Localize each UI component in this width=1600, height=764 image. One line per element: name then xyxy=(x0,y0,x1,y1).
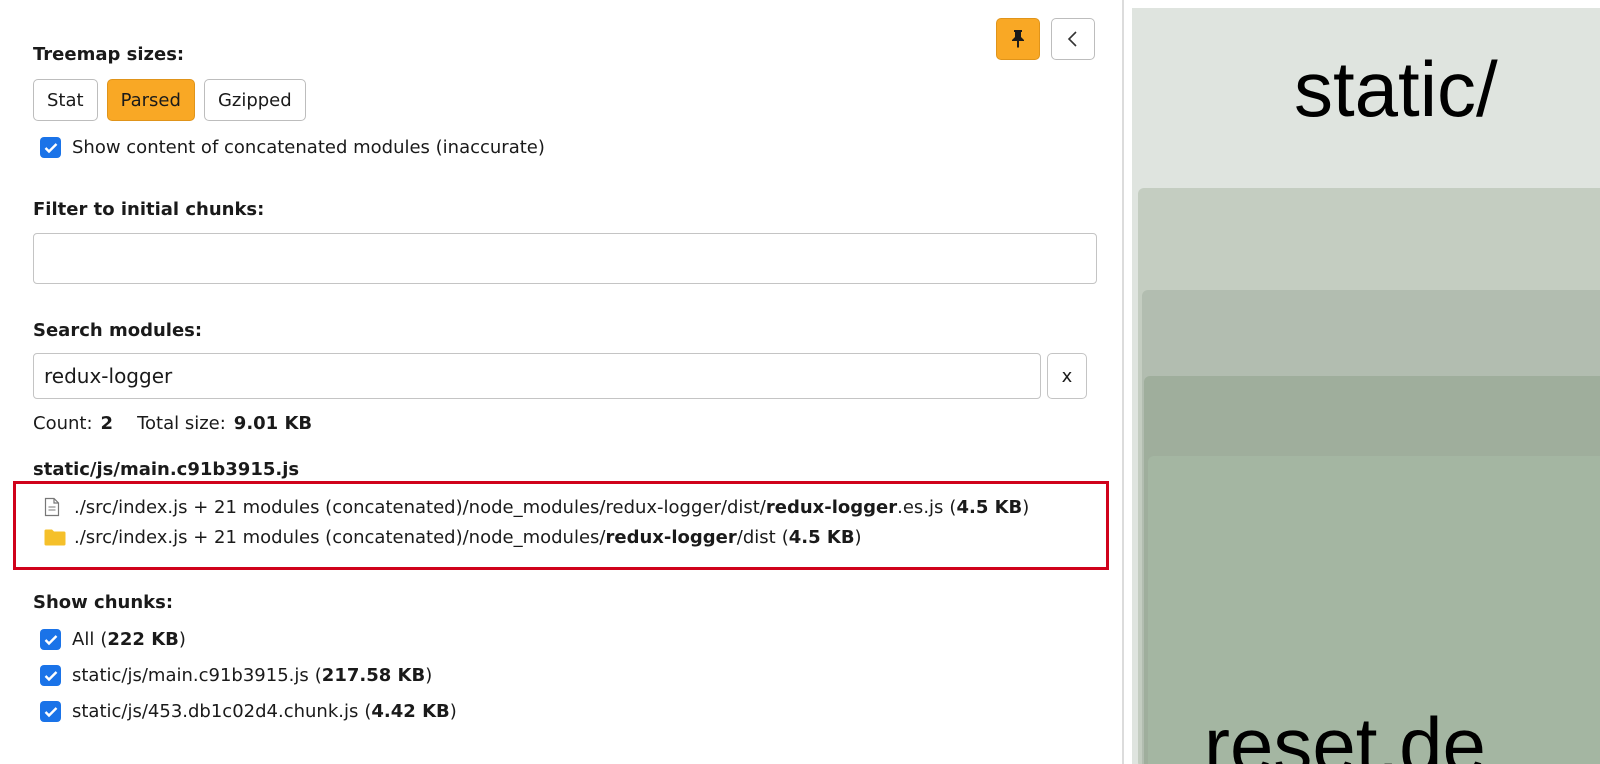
search-modules-input[interactable] xyxy=(33,353,1041,399)
result-item[interactable]: ./src/index.js + 21 modules (concatenate… xyxy=(44,496,1029,518)
count-label: Count: xyxy=(33,413,93,434)
chunk-checkbox-row[interactable]: All (222 KB) xyxy=(40,629,186,650)
parsed-size-button[interactable]: Parsed xyxy=(106,79,195,121)
pin-icon xyxy=(1012,30,1024,48)
folder-icon xyxy=(44,529,66,545)
filter-initial-chunks-input[interactable] xyxy=(33,233,1097,284)
concatenated-modules-checkbox-row[interactable]: Show content of concatenated modules (in… xyxy=(40,137,545,158)
result-size: 4.5 KB xyxy=(788,526,855,548)
chunk-size: 217.58 KB xyxy=(321,665,426,686)
chunk-size: 222 KB xyxy=(107,629,179,650)
result-path-suffix: .es.js xyxy=(897,496,944,518)
total-size-label: Total size: xyxy=(137,413,226,434)
result-item[interactable]: ./src/index.js + 21 modules (concatenate… xyxy=(44,526,862,548)
chunk-name: static/js/453.db1c02d4.chunk.js xyxy=(72,701,359,722)
treemap-canvas[interactable]: static/ reset.de xyxy=(1124,0,1600,764)
collapse-sidebar-button[interactable] xyxy=(1051,18,1095,60)
gzipped-size-button[interactable]: Gzipped xyxy=(203,79,306,121)
concatenated-modules-checkbox[interactable] xyxy=(40,137,61,158)
result-path-suffix: /dist xyxy=(736,526,776,548)
result-path-prefix: ./src/index.js + 21 modules (concatenate… xyxy=(74,526,606,548)
check-icon xyxy=(44,142,57,153)
result-path-match: redux-logger xyxy=(765,496,898,518)
chunk-size: 4.42 KB xyxy=(371,701,450,722)
show-chunks-label: Show chunks: xyxy=(33,592,174,613)
search-stats: Count: 2 Total size: 9.01 KB xyxy=(33,413,312,434)
result-chunk-title: static/js/main.c91b3915.js xyxy=(33,459,300,480)
chunk-checkbox[interactable] xyxy=(40,629,61,650)
treemap-size-switcher: Stat Parsed Gzipped xyxy=(33,79,315,121)
result-size: 4.5 KB xyxy=(956,496,1023,518)
result-path-prefix: ./src/index.js + 21 modules (concatenate… xyxy=(74,496,766,518)
chunk-name: static/js/main.c91b3915.js xyxy=(72,665,309,686)
pin-sidebar-button[interactable] xyxy=(996,18,1040,60)
chunk-checkbox-row[interactable]: static/js/453.db1c02d4.chunk.js (4.42 KB… xyxy=(40,701,457,722)
chunk-checkbox-row[interactable]: static/js/main.c91b3915.js (217.58 KB) xyxy=(40,665,432,686)
file-icon xyxy=(44,497,60,517)
concatenated-modules-label: Show content of concatenated modules (in… xyxy=(72,137,545,158)
filter-initial-chunks-label: Filter to initial chunks: xyxy=(33,199,265,220)
treemap-group-label: static/ xyxy=(1294,45,1498,133)
chunk-checkbox[interactable] xyxy=(40,665,61,686)
result-path-match: redux-logger xyxy=(605,526,737,548)
chunk-name: All xyxy=(72,629,95,650)
treemap-module-label: reset.de xyxy=(1204,701,1486,764)
search-modules-label: Search modules: xyxy=(33,320,203,341)
check-icon xyxy=(44,706,57,717)
total-size-value: 9.01 KB xyxy=(233,413,313,434)
chevron-left-icon xyxy=(1067,31,1077,47)
chunk-checkbox[interactable] xyxy=(40,701,61,722)
check-icon xyxy=(44,670,57,681)
sidebar: Treemap sizes: Stat Parsed Gzipped Show … xyxy=(0,0,1122,764)
treemap-sizes-label: Treemap sizes: xyxy=(33,44,185,65)
clear-search-button[interactable]: x xyxy=(1047,353,1087,399)
stat-size-button[interactable]: Stat xyxy=(33,79,98,121)
count-value: 2 xyxy=(100,413,114,434)
check-icon xyxy=(44,634,57,645)
